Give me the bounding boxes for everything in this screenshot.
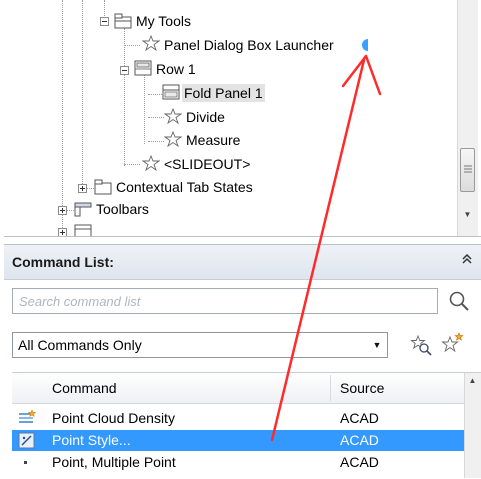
create-command-icon[interactable] <box>440 332 464 356</box>
table-scrollbar[interactable] <box>464 373 481 478</box>
tree-item-slideout[interactable]: <SLIDEOUT> <box>164 155 250 173</box>
insertion-marker-icon <box>362 39 368 51</box>
tree-item-toolbars[interactable]: Toolbars <box>96 200 149 218</box>
tree-item-contextual-tab-states[interactable]: Contextual Tab States <box>116 178 253 196</box>
tree-item-my-tools[interactable]: My Tools <box>136 12 191 30</box>
tree-item-row-1[interactable]: Row 1 <box>156 60 196 78</box>
row-source: ACAD <box>340 454 379 470</box>
row-1-expander[interactable] <box>120 66 129 75</box>
find-command-icon[interactable] <box>410 334 432 356</box>
dropdown-arrow-icon[interactable]: ▼ <box>368 334 386 356</box>
column-divider[interactable] <box>330 375 331 401</box>
tree-item-divide[interactable]: Divide <box>186 108 225 126</box>
tree-scroll-thumb[interactable] <box>460 148 475 192</box>
panel-folder-icon <box>114 13 132 29</box>
column-header-command[interactable]: Command <box>52 380 117 396</box>
point-style-icon <box>18 432 35 449</box>
star-icon <box>142 35 160 51</box>
my-tools-expander[interactable] <box>100 17 109 26</box>
tree-item-panel-dialog-box-launcher[interactable]: Panel Dialog Box Launcher <box>164 36 334 54</box>
row-command: Point, Multiple Point <box>52 454 176 470</box>
point-icon <box>24 461 27 464</box>
toolbars-icon <box>74 202 92 217</box>
table-scroll-up-icon[interactable]: ▲ <box>464 376 481 385</box>
folder-icon <box>94 179 112 195</box>
star-icon <box>164 108 182 124</box>
command-list-title: Command List: <box>12 254 114 270</box>
command-filter-value: All Commands Only <box>18 337 142 353</box>
star-icon <box>164 131 182 147</box>
contextual-tab-states-expander[interactable] <box>78 184 87 193</box>
tree-scrollbar[interactable] <box>457 0 478 236</box>
row-source: ACAD <box>340 410 379 426</box>
row-command: Point Style... <box>52 432 131 448</box>
table-row[interactable]: Point, Multiple Point ACAD <box>12 452 464 473</box>
point-cloud-density-icon <box>19 410 36 423</box>
toolbars-expander[interactable] <box>58 206 67 215</box>
tree-item-measure[interactable]: Measure <box>186 131 240 149</box>
collapse-chevron-icon[interactable] <box>460 252 474 266</box>
row-icon <box>134 60 152 76</box>
row-source: ACAD <box>340 432 379 448</box>
fold-panel-icon <box>162 84 180 100</box>
partial-item-expander[interactable] <box>58 228 67 236</box>
search-icon[interactable] <box>448 290 470 312</box>
table-row[interactable]: Point Cloud Density ACAD <box>12 408 464 429</box>
grip-icon <box>464 165 472 173</box>
star-icon <box>142 155 160 171</box>
column-header-source[interactable]: Source <box>340 380 384 396</box>
search-input[interactable] <box>12 288 438 314</box>
row-command: Point Cloud Density <box>52 410 175 426</box>
tree-item-fold-panel-1[interactable]: Fold Panel 1 <box>182 84 265 102</box>
tree-scroll-down-icon[interactable]: ▼ <box>460 208 475 222</box>
menu-folder-icon <box>74 224 92 236</box>
table-row-selected[interactable]: Point Style... ACAD <box>12 430 464 451</box>
customizations-tree[interactable]: My Tools Panel Dialog Box Launcher Row 1… <box>4 0 481 237</box>
